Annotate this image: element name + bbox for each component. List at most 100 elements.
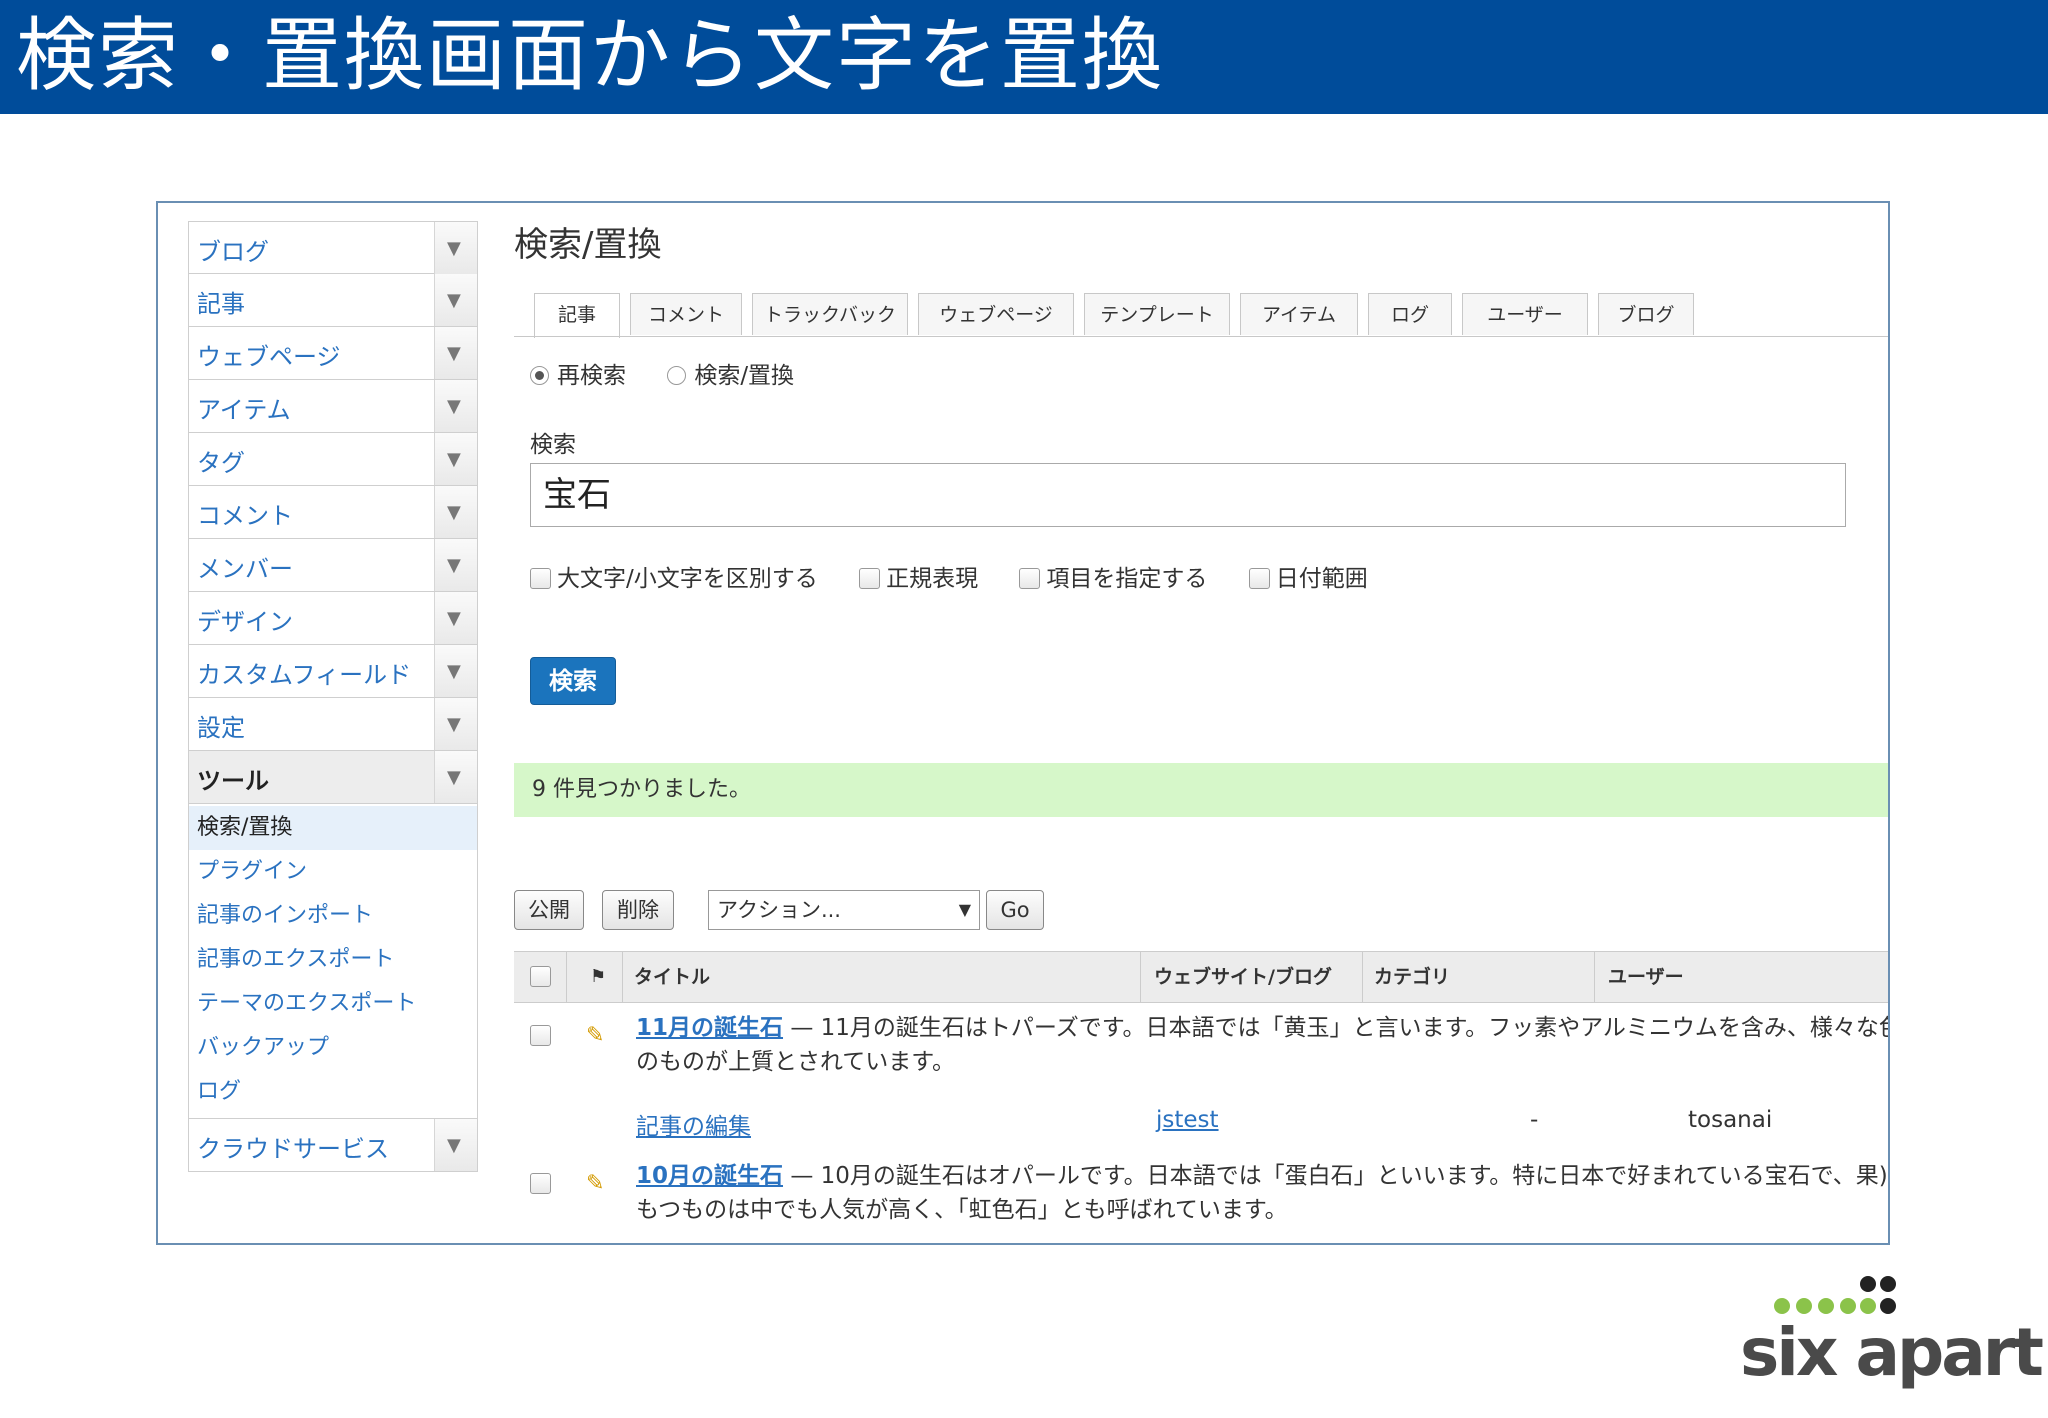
sidebar-item-blog[interactable]: ブログ ▼ [188, 221, 478, 274]
chevron-down-icon: ▼ [447, 290, 461, 311]
sidebar-item-tags[interactable]: タグ ▼ [188, 433, 478, 486]
column-separator [1594, 952, 1595, 1002]
tab-logs[interactable]: ログ [1368, 293, 1452, 335]
sidebar-item-assets[interactable]: アイテム ▼ [188, 380, 478, 433]
tab-pages[interactable]: ウェブページ [918, 293, 1074, 335]
chevron-down-icon: ▼ [447, 555, 461, 576]
expand-toggle[interactable]: ▼ [434, 645, 477, 697]
entry-excerpt: — 11月の誕生石はトパーズです。日本語では「黄玉」と言います。フッ素やアルミニ… [636, 1015, 1890, 1075]
chevron-down-icon: ▼ [447, 502, 461, 523]
case-sensitive-checkbox[interactable] [530, 568, 551, 589]
pencil-icon: ✎ [586, 1023, 605, 1048]
entry-summary: 10月の誕生石 — 10月の誕生石はオパールです。日本語では「蛋白石」といいます… [636, 1159, 1888, 1227]
chevron-down-icon: ▼ [447, 1135, 461, 1156]
radio-research[interactable] [530, 366, 549, 385]
submenu-item-export[interactable]: 記事のエクスポート [189, 938, 477, 982]
six-apart-logo: six apart [1740, 1272, 2044, 1392]
tab-templates[interactable]: テンプレート [1084, 293, 1230, 335]
specify-fields-label: 項目を指定する [1046, 566, 1208, 592]
tab-users[interactable]: ユーザー [1462, 293, 1588, 335]
sidebar-item-settings[interactable]: 設定 ▼ [188, 698, 478, 751]
tab-divider [514, 336, 1888, 337]
sidebar-item-tools[interactable]: ツール ▼ [188, 751, 478, 804]
entry-title-link[interactable]: 10月の誕生石 [636, 1163, 783, 1189]
submenu-item-theme-export[interactable]: テーマのエクスポート [189, 982, 477, 1026]
date-range-checkbox[interactable] [1248, 568, 1270, 589]
column-separator [566, 952, 567, 1002]
expand-toggle[interactable]: ▼ [434, 539, 477, 591]
sidebar: ブログ ▼ 記事 ▼ ウェブページ ▼ アイテム ▼ タグ ▼ コメント ▼ メ… [188, 221, 478, 1172]
column-separator [1362, 952, 1363, 1002]
header-user[interactable]: ユーザー [1608, 952, 1684, 1002]
header-title[interactable]: タイトル [634, 952, 710, 1002]
regex-checkbox[interactable] [859, 568, 881, 589]
logo-text: six apart [1740, 1314, 2044, 1391]
site-link[interactable]: jstest [1156, 1107, 1219, 1133]
sidebar-item-members[interactable]: メンバー ▼ [188, 539, 478, 592]
slide-title: 検索・置換画面から文字を置換 [16, 9, 1164, 102]
sidebar-item-cloud-service[interactable]: クラウドサービス ▼ [188, 1119, 478, 1172]
header-category[interactable]: カテゴリ [1374, 952, 1450, 1002]
search-input[interactable]: 宝石 [530, 463, 1846, 527]
sidebar-item-pages[interactable]: ウェブページ ▼ [188, 327, 478, 380]
tab-assets[interactable]: アイテム [1240, 293, 1358, 335]
category-value: - [1530, 1107, 1539, 1133]
tab-trackbacks[interactable]: トラックバック [752, 293, 908, 335]
result-message: 9 件見つかりました。 [514, 763, 1888, 817]
tab-blogs[interactable]: ブログ [1598, 293, 1694, 335]
go-button[interactable]: Go [986, 890, 1044, 930]
chevron-down-icon: ▼ [447, 608, 461, 629]
tools-submenu: 検索/置換 プラグイン 記事のインポート 記事のエクスポート テーマのエクスポー… [188, 804, 478, 1119]
expand-toggle[interactable]: ▼ [434, 486, 477, 538]
search-button[interactable]: 検索 [530, 657, 616, 705]
row-checkbox[interactable] [530, 1173, 551, 1194]
header-site[interactable]: ウェブサイト/ブログ [1154, 952, 1332, 1002]
submenu-item-log[interactable]: ログ [189, 1070, 477, 1114]
submenu-item-plugins[interactable]: プラグイン [189, 850, 477, 894]
submenu-item-import[interactable]: 記事のインポート [189, 894, 477, 938]
expand-toggle[interactable]: ▼ [434, 327, 477, 379]
radio-replace-label: 検索/置換 [694, 363, 795, 389]
radio-research-label: 再検索 [557, 363, 626, 389]
delete-button[interactable]: 削除 [602, 890, 674, 930]
select-all-checkbox[interactable] [530, 966, 551, 987]
regex-label: 正規表現 [886, 566, 979, 592]
expand-toggle[interactable]: ▼ [434, 592, 477, 644]
sidebar-item-design[interactable]: デザイン ▼ [188, 592, 478, 645]
tab-comments[interactable]: コメント [630, 293, 742, 335]
radio-replace[interactable] [667, 366, 687, 385]
sidebar-item-label: ウェブページ [197, 343, 341, 371]
flag-icon: ⚑ [590, 966, 607, 987]
expand-toggle[interactable]: ▼ [434, 274, 477, 326]
expand-toggle[interactable]: ▼ [434, 222, 477, 274]
entry-title-link[interactable]: 11月の誕生石 [636, 1015, 783, 1041]
entry-summary: 11月の誕生石 — 11月の誕生石はトパーズです。日本語では「黄玉」と言います。… [636, 1011, 1890, 1079]
sidebar-item-label: クラウドサービス [197, 1135, 389, 1163]
submenu-item-search-replace[interactable]: 検索/置換 [189, 806, 477, 850]
expand-toggle[interactable]: ▼ [434, 1119, 477, 1171]
row-checkbox[interactable] [530, 1025, 551, 1046]
publish-button[interactable]: 公開 [514, 890, 584, 930]
table-row: ✎ 10月の誕生石 — 10月の誕生石はオパールです。日本語では「蛋白石」といい… [514, 1151, 1888, 1243]
expand-toggle[interactable]: ▼ [434, 751, 477, 803]
expand-toggle[interactable]: ▼ [434, 433, 477, 485]
action-select[interactable]: アクション... ▼ [708, 890, 980, 930]
dropdown-arrow-icon: ▼ [958, 900, 971, 919]
table-header: ⚑ タイトル ウェブサイト/ブログ カテゴリ ユーザー [514, 951, 1888, 1003]
sidebar-item-label: ブログ [197, 238, 269, 266]
edit-entry-link[interactable]: 記事の編集 [636, 1107, 751, 1141]
sidebar-item-entries[interactable]: 記事 ▼ [188, 274, 478, 327]
expand-toggle[interactable]: ▼ [434, 698, 477, 750]
expand-toggle[interactable]: ▼ [434, 380, 477, 432]
slide-header: 検索・置換画面から文字を置換 [0, 0, 2048, 114]
sidebar-item-label: ツール [197, 767, 269, 795]
specify-fields-checkbox[interactable] [1019, 568, 1041, 589]
submenu-item-backup[interactable]: バックアップ [189, 1026, 477, 1070]
tab-entries[interactable]: 記事 [534, 293, 620, 338]
sidebar-item-label: タグ [197, 449, 245, 477]
sidebar-item-comments[interactable]: コメント ▼ [188, 486, 478, 539]
chevron-down-icon: ▼ [447, 767, 461, 788]
column-separator [1140, 952, 1141, 1002]
chevron-down-icon: ▼ [447, 238, 461, 259]
sidebar-item-custom-fields[interactable]: カスタムフィールド ▼ [188, 645, 478, 698]
